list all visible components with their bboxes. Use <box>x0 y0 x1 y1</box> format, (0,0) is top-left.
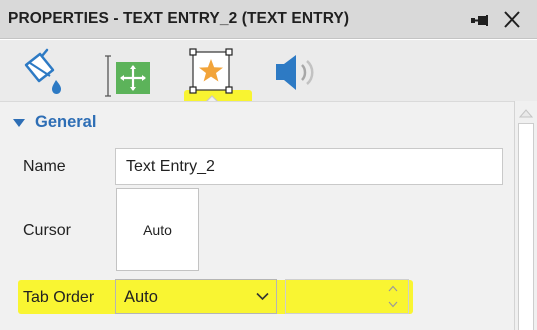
scroll-thumb[interactable] <box>518 123 534 330</box>
name-field[interactable] <box>115 148 503 185</box>
chevron-down-icon[interactable] <box>388 301 398 308</box>
cursor-value: Auto <box>143 221 172 238</box>
property-tabs-toolbar <box>0 40 537 101</box>
tab-order-stepper[interactable] <box>285 279 409 314</box>
pin-icon <box>471 15 488 26</box>
cursor-label: Cursor <box>23 222 72 239</box>
tab-order-dropdown[interactable]: Auto <box>115 279 277 314</box>
panel-title: PROPERTIES - TEXT ENTRY_2 (TEXT ENTRY) <box>8 10 350 27</box>
chevron-down-icon <box>256 292 269 301</box>
chevron-down-icon <box>13 118 25 127</box>
tab-style[interactable] <box>20 48 72 100</box>
move-resize-icon <box>105 55 150 97</box>
tab-order-value: Auto <box>124 288 158 306</box>
section-title: General <box>35 113 97 131</box>
close-button[interactable] <box>500 9 524 31</box>
section-general-header[interactable]: General <box>12 113 96 132</box>
vertical-scrollbar[interactable] <box>514 101 537 330</box>
speaker-icon <box>276 55 314 90</box>
paint-bucket-icon <box>24 48 61 94</box>
name-label: Name <box>23 158 66 175</box>
tab-order-label: Tab Order <box>23 289 95 306</box>
cursor-picker[interactable]: Auto <box>116 188 199 271</box>
tab-audio[interactable] <box>270 52 326 94</box>
tab-size-and-position[interactable] <box>104 53 154 99</box>
panel-title-bar: PROPERTIES - TEXT ENTRY_2 (TEXT ENTRY) <box>0 0 537 39</box>
close-icon <box>504 11 520 28</box>
chevron-up-icon[interactable] <box>388 285 398 292</box>
scroll-up-icon[interactable] <box>519 107 533 119</box>
pin-button[interactable] <box>468 9 492 31</box>
